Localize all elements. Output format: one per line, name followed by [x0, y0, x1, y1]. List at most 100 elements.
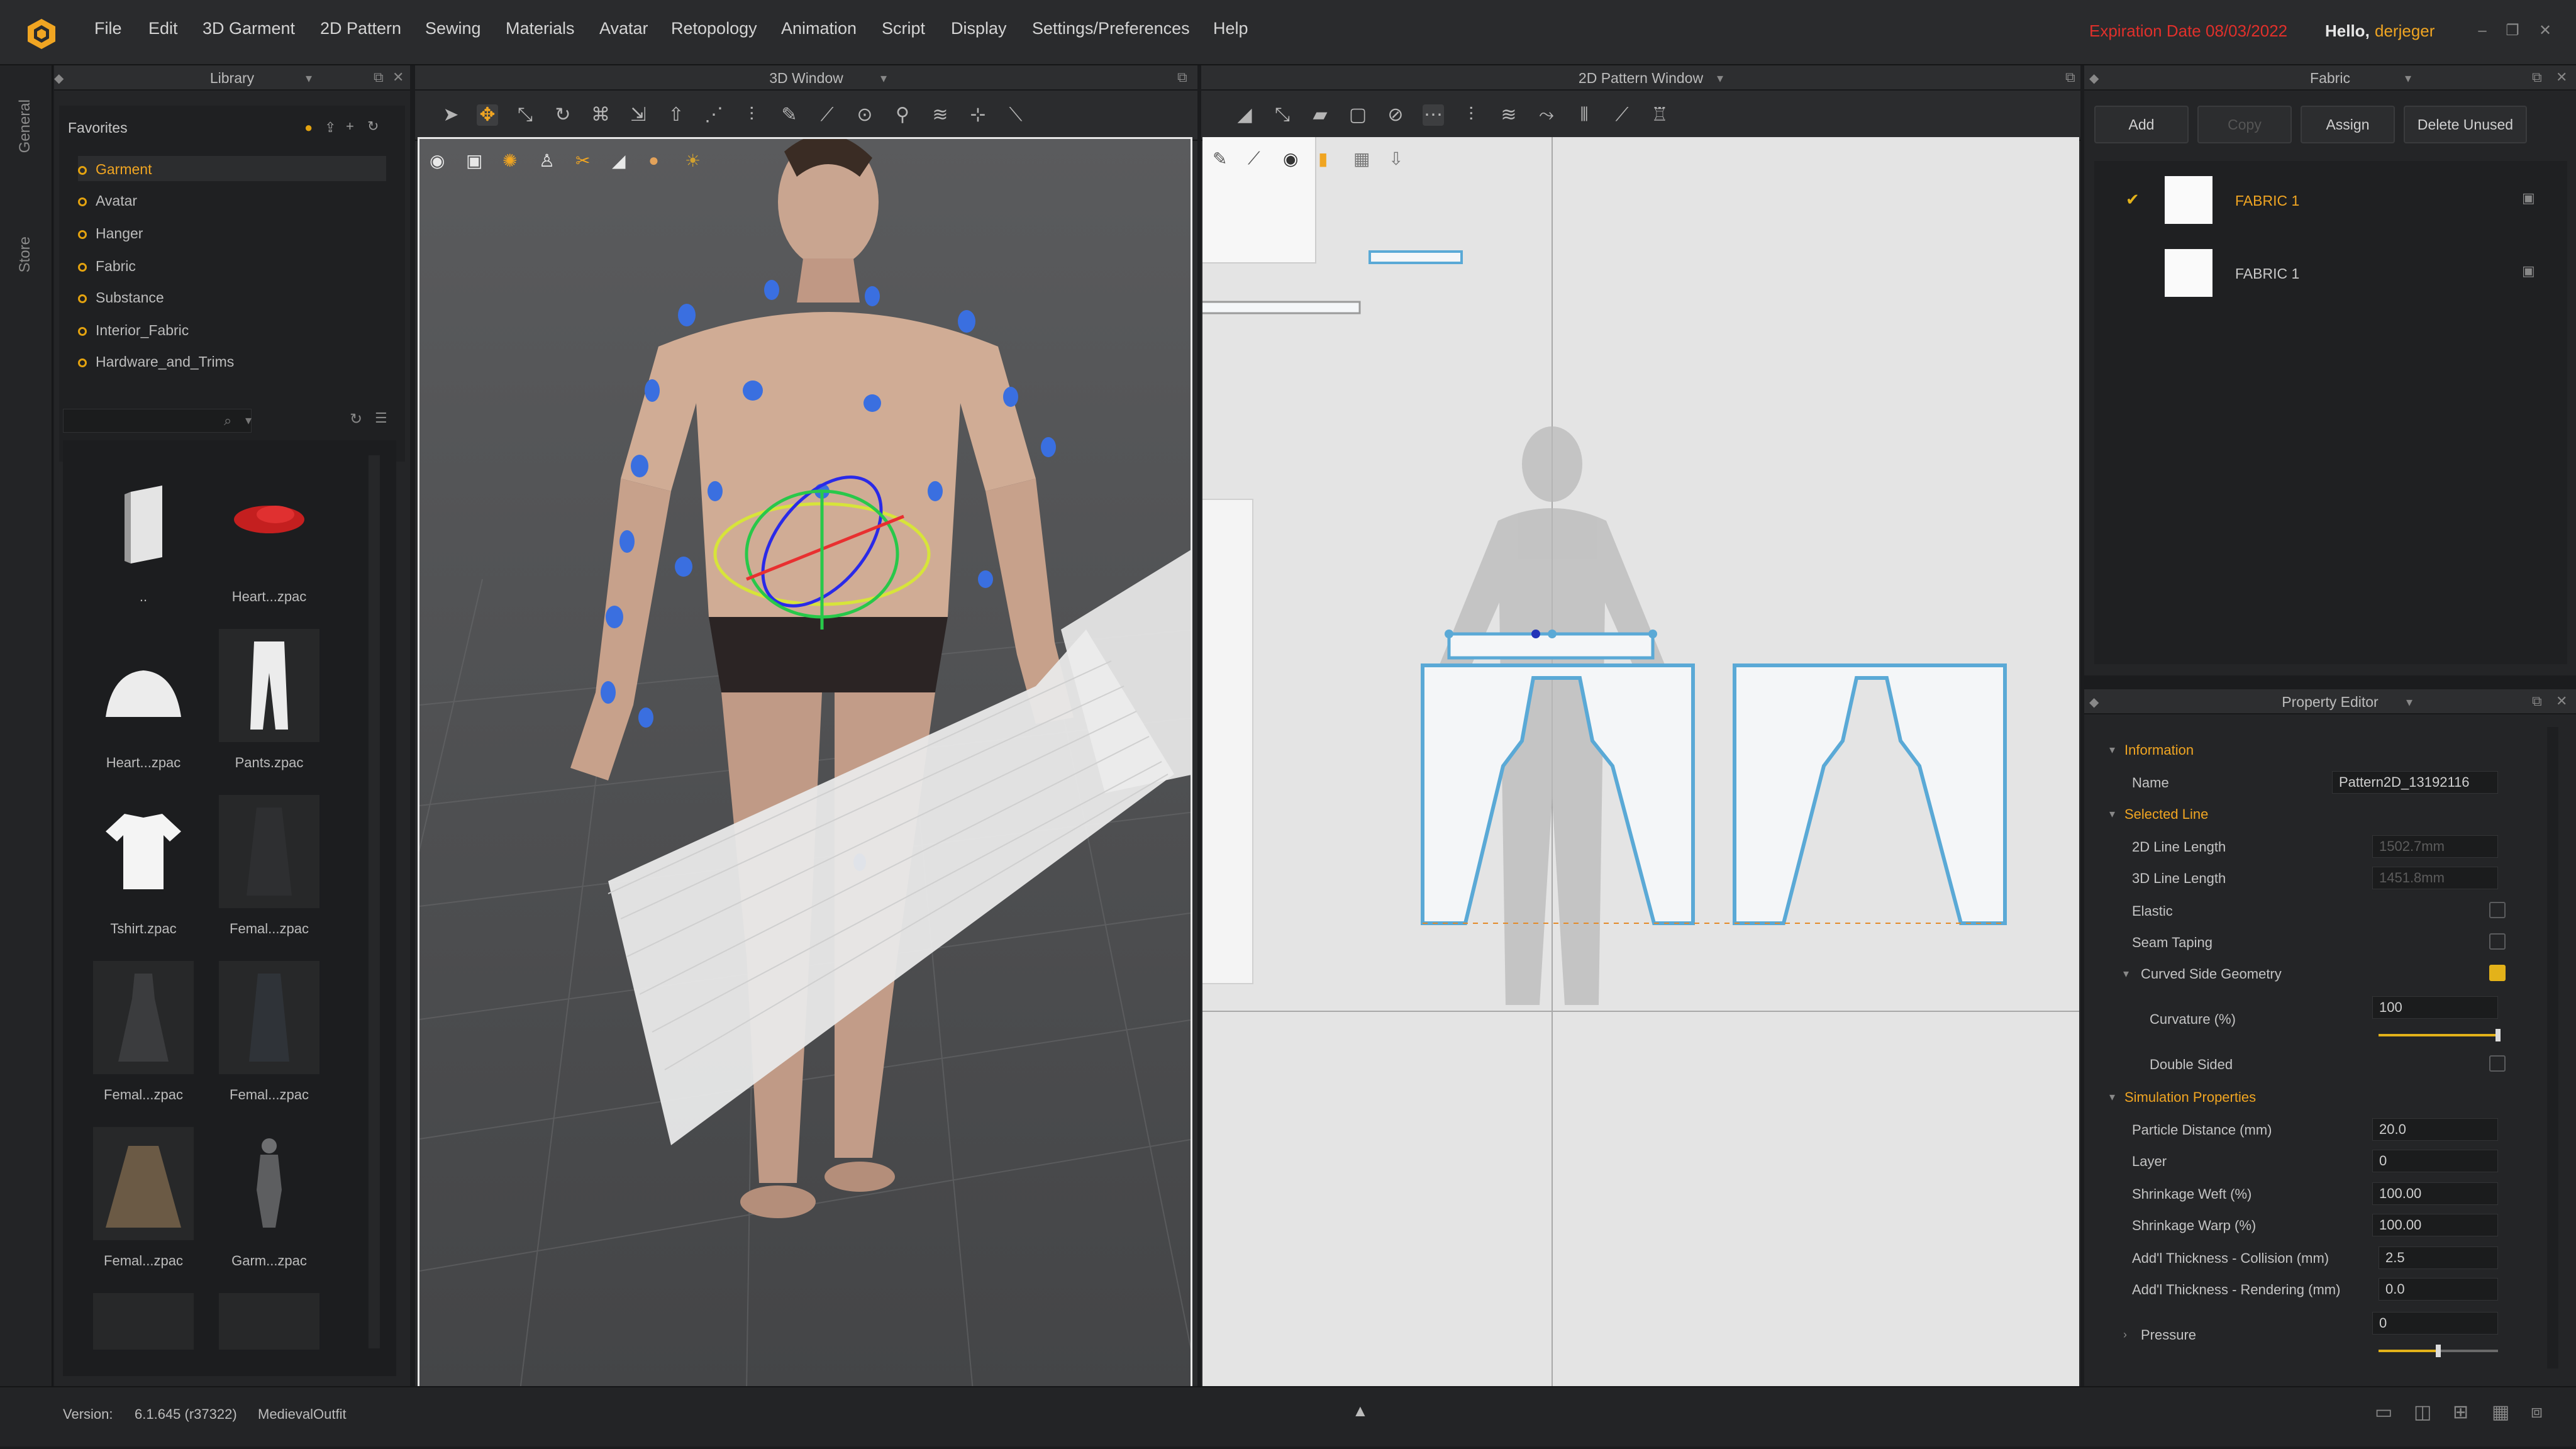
- search-icon[interactable]: ⌕: [224, 413, 231, 429]
- trace-icon[interactable]: ⤳: [1536, 104, 1557, 126]
- button-tool-icon[interactable]: ⊙: [854, 104, 875, 126]
- sewing-show-icon[interactable]: ✂: [575, 150, 590, 171]
- select-mesh-icon[interactable]: ⤡: [514, 104, 536, 126]
- arrange-tool-icon[interactable]: ⇲: [628, 104, 649, 126]
- menu-file[interactable]: File: [94, 19, 122, 38]
- pressure-slider-thumb[interactable]: [2436, 1345, 2441, 1357]
- fold-tool-icon[interactable]: ⌘: [590, 104, 611, 126]
- library-search-input[interactable]: [63, 409, 252, 433]
- menu-retopology[interactable]: Retopology: [671, 19, 757, 38]
- undock-icon[interactable]: ⧉: [2532, 69, 2542, 86]
- menu-2d-pattern[interactable]: 2D Pattern: [320, 19, 401, 38]
- thumb-female-3[interactable]: [219, 961, 319, 1074]
- thickness-rendering-field[interactable]: 0.0: [2379, 1278, 2498, 1301]
- free-sewing-icon[interactable]: ⫶: [1460, 104, 1482, 126]
- curvature-slider[interactable]: [2379, 1029, 2501, 1041]
- pants-back-pattern[interactable]: [1733, 663, 2007, 925]
- thumb-female-1[interactable]: [219, 795, 319, 908]
- property-editor-scrollbar[interactable]: [2547, 727, 2558, 1368]
- layout-split-icon[interactable]: ◫: [2414, 1401, 2431, 1423]
- fav-substance[interactable]: Substance: [78, 289, 164, 306]
- seam-tool-icon[interactable]: ⫶: [741, 104, 762, 126]
- notch-icon[interactable]: ⫴: [1574, 104, 1595, 126]
- section-simulation[interactable]: Simulation Properties: [2124, 1089, 2256, 1106]
- panel-close-icon[interactable]: ✕: [2556, 693, 2567, 709]
- chevron-down-icon[interactable]: ▾: [880, 70, 887, 86]
- internal-line-icon[interactable]: ⊘: [1385, 104, 1406, 126]
- 3d-viewport[interactable]: ◉ ▣ ✺ ♙ ✂ ◢ ● ☀: [418, 137, 1192, 1389]
- copy-fabric-button[interactable]: Copy: [2197, 106, 2292, 143]
- thickness-collision-field[interactable]: 2.5: [2379, 1246, 2498, 1269]
- collapse-up-icon[interactable]: ▲: [1352, 1401, 1368, 1421]
- thumb-female-4[interactable]: [93, 1127, 194, 1240]
- pin-tool-icon[interactable]: ⇧: [665, 104, 687, 126]
- chevron-down-icon[interactable]: ▾: [245, 413, 252, 428]
- elastic-checkbox[interactable]: [2489, 902, 2506, 918]
- curvature-field[interactable]: 100: [2372, 996, 2498, 1019]
- pattern-display-icon[interactable]: ✎: [1213, 148, 1227, 169]
- menu-help[interactable]: Help: [1213, 19, 1248, 38]
- undock-icon[interactable]: ⧉: [374, 69, 384, 86]
- section-selected-line[interactable]: Selected Line: [2124, 806, 2208, 823]
- layout-custom-icon[interactable]: ⧈: [2531, 1401, 2543, 1423]
- panel-pin-icon[interactable]: ◆: [54, 70, 64, 86]
- menu-edit[interactable]: Edit: [148, 19, 178, 38]
- texture-display-icon[interactable]: ✺: [502, 150, 517, 171]
- tack-tool-icon[interactable]: ✎: [779, 104, 800, 126]
- username[interactable]: derjeger: [2375, 21, 2434, 41]
- thumb-heart-2[interactable]: [93, 629, 194, 742]
- rotate-tool-icon[interactable]: ↻: [552, 104, 574, 126]
- favorite-add-icon[interactable]: ●: [304, 119, 319, 135]
- zipper-tool-icon[interactable]: ⚲: [892, 104, 913, 126]
- refresh-icon[interactable]: ↻: [367, 118, 382, 134]
- menu-avatar[interactable]: Avatar: [599, 19, 648, 38]
- skin-show-icon[interactable]: ●: [648, 150, 659, 170]
- layout-single-icon[interactable]: ▭: [2375, 1401, 2392, 1423]
- assign-fabric-button[interactable]: Assign: [2301, 106, 2395, 143]
- fold-arrange-icon[interactable]: ≋: [1498, 104, 1519, 126]
- curved-side-checkbox[interactable]: [2489, 965, 2506, 981]
- segment-tool-icon[interactable]: ⋰: [703, 104, 724, 126]
- restore-icon[interactable]: ❐: [2503, 21, 2522, 40]
- double-sided-checkbox[interactable]: [2489, 1055, 2506, 1072]
- panel-pin-icon[interactable]: ◆: [2089, 694, 2099, 710]
- delete-unused-button[interactable]: Delete Unused: [2404, 106, 2527, 143]
- edit-point-icon[interactable]: ⤡: [1272, 104, 1293, 126]
- texture-display-icon[interactable]: ▮: [1318, 148, 1328, 169]
- pressure-slider[interactable]: [2379, 1345, 2498, 1357]
- measure-tool-icon[interactable]: ⟋: [816, 104, 838, 126]
- particle-distance-field[interactable]: 20.0: [2372, 1118, 2498, 1141]
- avatar-display-icon[interactable]: ▦: [1353, 148, 1370, 169]
- refresh-icon[interactable]: ↻: [350, 410, 362, 428]
- undock-icon[interactable]: ⧉: [1177, 69, 1187, 86]
- fav-interior-fabric[interactable]: Interior_Fabric: [78, 322, 189, 339]
- add-icon[interactable]: +: [346, 118, 361, 134]
- fav-fabric[interactable]: Fabric: [78, 258, 136, 275]
- menu-settings[interactable]: Settings/Preferences: [1032, 19, 1190, 38]
- panel-close-icon[interactable]: ✕: [392, 69, 404, 86]
- edit-pattern-icon[interactable]: ◢: [1234, 104, 1255, 126]
- collapse-arrow-icon[interactable]: ▾: [2109, 1091, 2115, 1104]
- tab-store[interactable]: Store: [16, 236, 34, 272]
- topstitch-tool-icon[interactable]: ⊹: [967, 104, 989, 126]
- export-icon[interactable]: ⇩: [1389, 148, 1403, 169]
- curvature-slider-thumb[interactable]: [2496, 1029, 2501, 1041]
- select-tool-icon[interactable]: ➤: [440, 104, 462, 126]
- layout-quad-icon[interactable]: ▦: [2492, 1401, 2509, 1423]
- rectangle-tool-icon[interactable]: ▢: [1347, 104, 1368, 126]
- fav-hardware-trims[interactable]: Hardware_and_Trims: [78, 353, 234, 370]
- shrinkage-weft-field[interactable]: 100.00: [2372, 1182, 2498, 1205]
- avatar-show-icon[interactable]: ♙: [539, 150, 555, 171]
- undock-icon[interactable]: ⧉: [2065, 69, 2075, 86]
- thumb-partial[interactable]: [93, 1293, 194, 1350]
- move-tool-icon[interactable]: ✥: [477, 104, 498, 126]
- collapse-arrow-icon[interactable]: ▾: [2109, 743, 2115, 757]
- chevron-down-icon[interactable]: ▾: [2406, 694, 2412, 710]
- folder-up-thumb[interactable]: [93, 469, 194, 582]
- brush-tool-icon[interactable]: ⟍: [1005, 104, 1026, 126]
- menu-sewing[interactable]: Sewing: [425, 19, 481, 38]
- avatar-display-icon[interactable]: ◉: [430, 150, 445, 171]
- undock-icon[interactable]: ⧉: [2532, 693, 2542, 709]
- puckering-tool-icon[interactable]: ≋: [930, 104, 951, 126]
- expand-arrow-icon[interactable]: ›: [2123, 1328, 2127, 1341]
